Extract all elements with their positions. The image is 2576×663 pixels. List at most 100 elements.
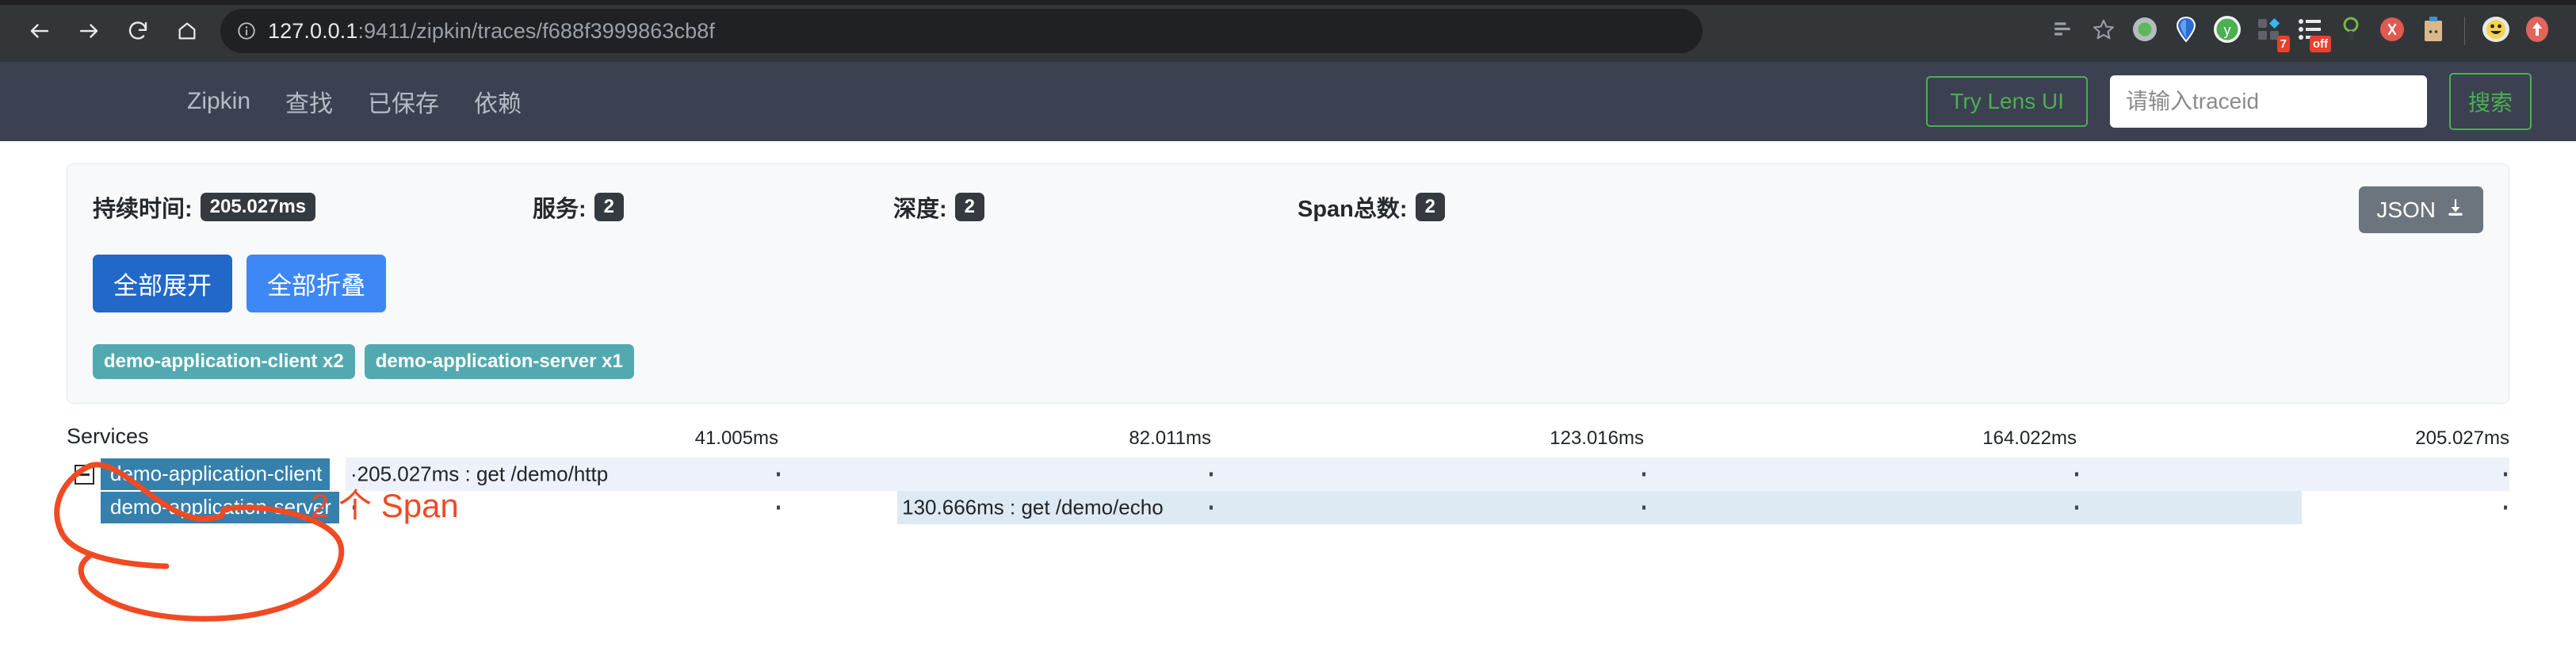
back-arrow-icon [28,19,52,43]
tick-label-1: 41.005ms [695,427,778,450]
span-duration-label: 130.666ms : get /demo/echo [897,496,1164,520]
try-lens-ui-button[interactable]: Try Lens UI [1926,76,2088,127]
span-tick-dot [353,506,356,510]
extension-magnifier-button[interactable] [2333,13,2369,49]
address-bar-url: 127.0.0.1:9411/zipkin/traces/f688f399986… [268,19,715,44]
forward-arrow-icon [77,19,101,43]
span-tick-dot [777,473,780,477]
span-tick-dot [2075,473,2078,477]
extension-blocks-badge: 7 [2277,36,2290,52]
bookmark-button[interactable] [2085,13,2122,49]
tick-label-3: 123.016ms [1550,427,1644,450]
extension-blue-pin-button[interactable] [2168,13,2204,49]
browser-chrome: 127.0.0.1:9411/zipkin/traces/f688f399986… [0,0,2576,62]
extension-green-circle-icon [2131,16,2158,47]
span-bar-area-0: ·205.027ms : get /demo/http [346,458,2509,491]
trace-summary-stats: 持续时间: 205.027ms 服务: 2 深度: 2 Span总数: 2 [93,185,2483,229]
info-circle-icon[interactable] [236,21,257,41]
table-row[interactable]: demo-application-client ·205.027ms : get… [67,458,2509,491]
span-tick-dot [2075,506,2078,510]
tick-label-5: 205.027ms [2415,427,2509,450]
stat-depth: 深度: 2 [893,190,984,224]
tick-label-2: 82.011ms [1129,427,1211,450]
collapse-all-button[interactable]: 全部折叠 [247,255,386,312]
json-button-label: JSON [2376,197,2436,223]
extension-box-button[interactable] [2415,13,2452,49]
zipkin-nav-links: Zipkin 查找 已保存 依赖 [0,84,539,119]
stat-duration-value: 205.027ms [201,193,315,221]
stat-services: 服务: 2 [533,190,624,224]
span-tick-dot [2504,473,2507,477]
main-content: 持续时间: 205.027ms 服务: 2 深度: 2 Span总数: 2 JS… [0,141,2576,524]
extension-list-button[interactable]: off [2291,13,2328,49]
stat-depth-value: 2 [955,193,984,221]
extension-red-arrow-button[interactable] [2519,13,2555,49]
collapse-toggle-icon[interactable] [75,465,94,485]
extension-red-plug-icon [2379,16,2406,47]
timeline-header: Services 41.005ms 82.011ms 123.016ms 164… [67,424,2509,458]
service-badge-server[interactable]: demo-application-server x1 [365,344,634,379]
extension-green-y-button[interactable]: y [2209,13,2245,49]
span-service-cell-1: demo-application-server [67,491,346,524]
trace-timeline: Services 41.005ms 82.011ms 123.016ms 164… [67,424,2509,524]
stat-total-spans: Span总数: 2 [1298,190,1445,224]
span-service-cell-0: demo-application-client [67,458,346,491]
zipkin-nav-actions: Try Lens UI 搜索 [1926,73,2532,130]
address-bar[interactable]: 127.0.0.1:9411/zipkin/traces/f688f399986… [220,9,1703,53]
extension-blue-pin-icon [2174,16,2198,47]
browser-toolbar-right: y 7 off [2044,13,2559,49]
search-button[interactable]: 搜索 [2449,73,2532,130]
json-download-button[interactable]: JSON [2359,186,2483,233]
home-icon [176,20,198,42]
stat-duration-label: 持续时间: [93,190,193,224]
toolbar-divider [2464,17,2465,45]
span-tick-dot [2504,506,2507,510]
trace-summary-panel: 持续时间: 205.027ms 服务: 2 深度: 2 Span总数: 2 JS… [67,163,2509,404]
svg-text:y: y [2224,22,2231,38]
extension-blocks-button[interactable]: 7 [2250,13,2287,49]
span-service-name[interactable]: demo-application-client [101,458,330,490]
back-button[interactable] [17,9,62,53]
stat-services-label: 服务: [533,190,587,224]
download-icon [2445,197,2466,223]
nav-item-dependencies[interactable]: 依赖 [457,84,539,119]
url-host: 127.0.0.1 [268,19,358,43]
span-service-name[interactable]: demo-application-server [101,492,339,523]
extension-magnifier-icon [2341,17,2361,46]
traceid-input[interactable] [2110,75,2427,128]
extension-smiley-button[interactable] [2478,13,2514,49]
zipkin-navbar: Zipkin 查找 已保存 依赖 Try Lens UI 搜索 [0,62,2576,141]
services-column-header: Services [67,424,346,458]
nav-brand-zipkin[interactable]: Zipkin [187,88,268,115]
span-duration-label: ·205.027ms : get /demo/http [346,462,608,487]
reload-icon [126,19,150,43]
service-badge-client[interactable]: demo-application-client x2 [93,344,355,379]
extension-green-circle-button[interactable] [2127,13,2163,49]
extension-green-y-icon: y [2213,15,2242,48]
span-bar[interactable] [346,458,2509,491]
stat-depth-label: 深度: [893,190,947,224]
span-tick-dot [1642,473,1645,477]
browser-tabstrip [0,0,2576,5]
expand-all-button[interactable]: 全部展开 [93,255,232,312]
forward-button[interactable] [67,9,111,53]
home-button[interactable] [165,9,209,53]
stat-services-value: 2 [594,193,624,221]
expand-collapse-buttons: 全部展开 全部折叠 [93,255,2483,312]
timeline-ruler: 41.005ms 82.011ms 123.016ms 164.022ms 20… [346,424,2509,458]
service-badge-list: demo-application-client x2 demo-applicat… [93,344,2483,379]
extension-red-plug-button[interactable] [2374,13,2410,49]
url-path: :9411/zipkin/traces/f688f3999863cb8f [358,19,715,43]
reading-list-button[interactable] [2044,13,2081,49]
browser-nav-buttons [17,9,209,53]
table-row[interactable]: demo-application-server 130.666ms : get … [67,491,2509,524]
span-tick-dot [777,506,780,510]
span-tick-dot [1642,506,1645,510]
extension-smiley-icon [2482,16,2510,47]
nav-item-find[interactable]: 查找 [268,84,350,119]
nav-item-saved[interactable]: 已保存 [350,84,457,119]
tick-label-4: 164.022ms [1982,427,2077,450]
stat-duration: 持续时间: 205.027ms [93,190,315,224]
span-bar-area-1: 130.666ms : get /demo/echo [346,491,2509,524]
reload-button[interactable] [116,9,160,53]
